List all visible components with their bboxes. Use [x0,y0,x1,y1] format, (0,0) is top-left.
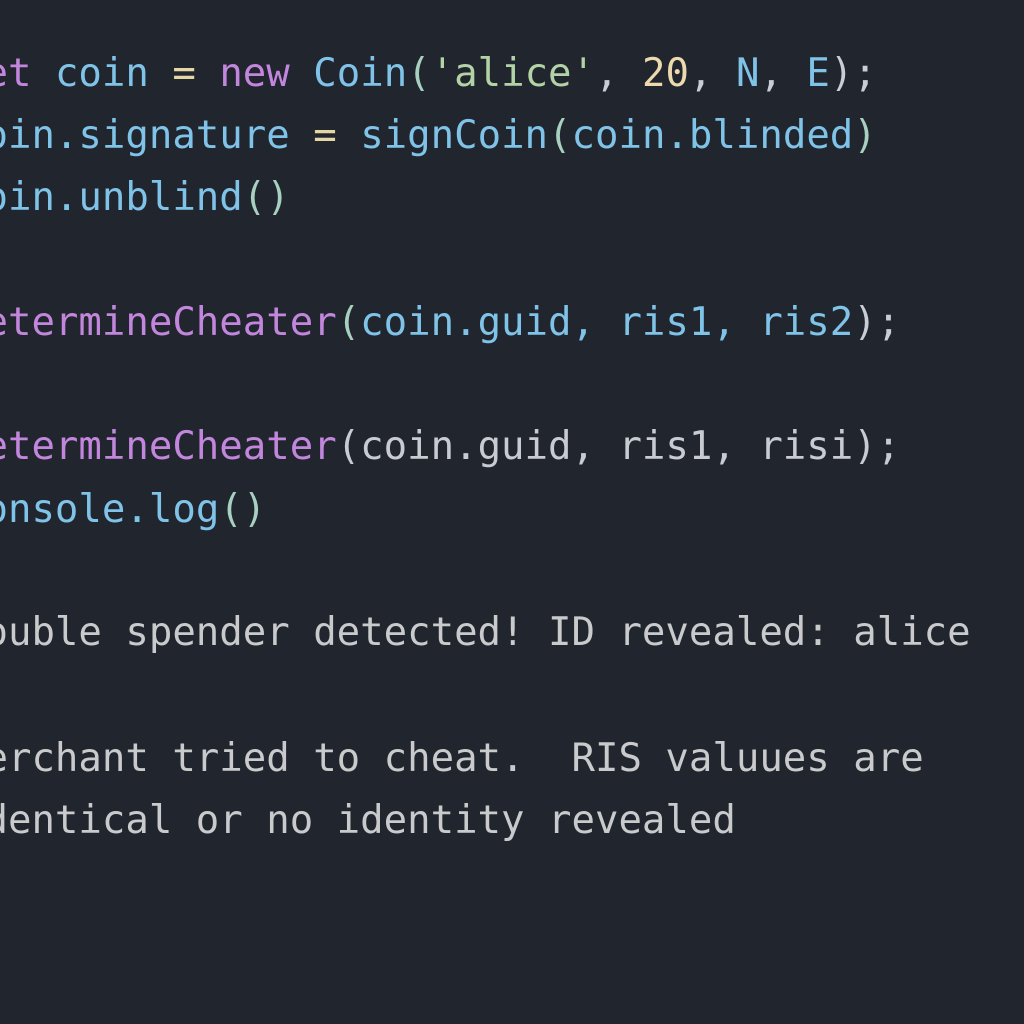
assign-operator: = [313,113,337,158]
output-line-2: merchant tried to cheat. RIS valuues are [0,736,924,781]
argument-coin-blinded: coin.blinded [571,113,854,158]
open-paren: ( [548,113,572,158]
function-signcoin: signCoin [360,113,549,158]
dot: . [125,487,149,532]
variable-coin: coin [54,51,149,96]
code-line-6: console.log() [0,490,266,529]
dot: . [54,175,79,220]
string-literal: 'alice' [430,51,596,96]
function-determinecheater: determineCheater [0,300,337,345]
code-line-1: let coin = new Coin('alice', 20, N, E); [0,54,877,93]
function-determinecheater: determineCheater [0,424,337,469]
object-console: console [0,487,126,532]
close-paren-semicolon: ); [853,300,901,345]
output-line-3: identical or no identity revealed [0,798,736,843]
code-line-2: coin.signature = signCoin(coin.blinded) [0,116,877,155]
comma: , [688,51,736,96]
assign-operator: = [172,51,196,96]
output-line-1: double spender detected! ID revealed: al… [0,610,971,655]
keyword-new: new [219,51,290,96]
identifier-n: N [735,51,760,96]
dot: . [54,113,79,158]
property-signature: signature [78,113,290,158]
open-paren: ( [336,300,361,345]
comma: , [759,51,807,96]
identifier-e: E [806,51,830,96]
code-line-3: coin.unblind() [0,178,290,217]
open-paren: ( [407,51,431,96]
keyword-let: let [0,51,32,96]
close-paren-semicolon: ); [829,51,877,96]
number-literal: 20 [642,51,689,96]
function-unblind: unblind [78,175,243,220]
parens: () [219,487,267,532]
arguments: (coin.guid, ris1, risi); [336,424,901,469]
object-coin: coin [0,175,55,220]
class-coin: Coin [313,51,408,96]
comma: , [595,51,642,96]
parens: () [242,175,290,220]
close-paren: ) [853,113,877,158]
code-line-5: determineCheater(coin.guid, ris1, risi); [0,427,900,466]
arguments: coin.guid, ris1, ris2 [360,300,854,345]
function-log: log [148,487,220,532]
code-line-4: determineCheater(coin.guid, ris1, ris2); [0,303,900,342]
code-editor: let coin = new Coin('alice', 20, N, E); … [0,0,1024,1024]
object-coin: coin [0,113,55,158]
